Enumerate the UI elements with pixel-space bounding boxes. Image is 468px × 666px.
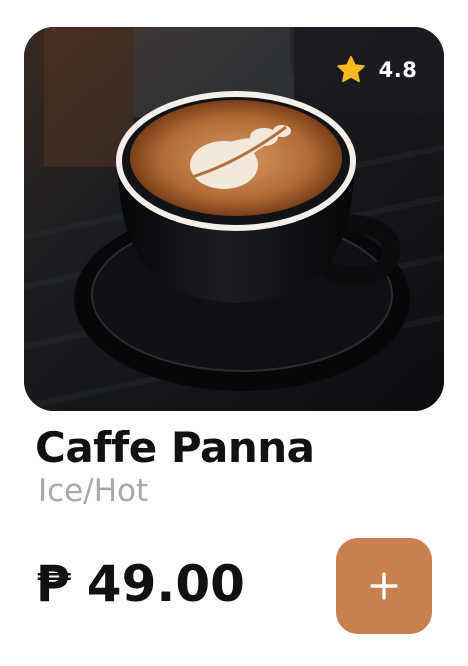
currency-symbol: ₱ [36, 555, 71, 613]
product-card[interactable]: 4.8 Caffe Panna Ice/Hot ₱ 49.00 [0, 0, 468, 666]
product-name: Caffe Panna [35, 423, 315, 472]
price-amount: 49.00 [86, 555, 245, 613]
product-variant: Ice/Hot [38, 473, 149, 509]
add-to-cart-button[interactable] [336, 538, 432, 634]
product-price: ₱ 49.00 [36, 549, 245, 619]
plus-icon [370, 572, 398, 600]
star-icon [336, 56, 365, 83]
rating-value: 4.8 [378, 58, 418, 82]
product-image: 4.8 [24, 27, 444, 411]
rating-badge: 4.8 [290, 27, 444, 113]
